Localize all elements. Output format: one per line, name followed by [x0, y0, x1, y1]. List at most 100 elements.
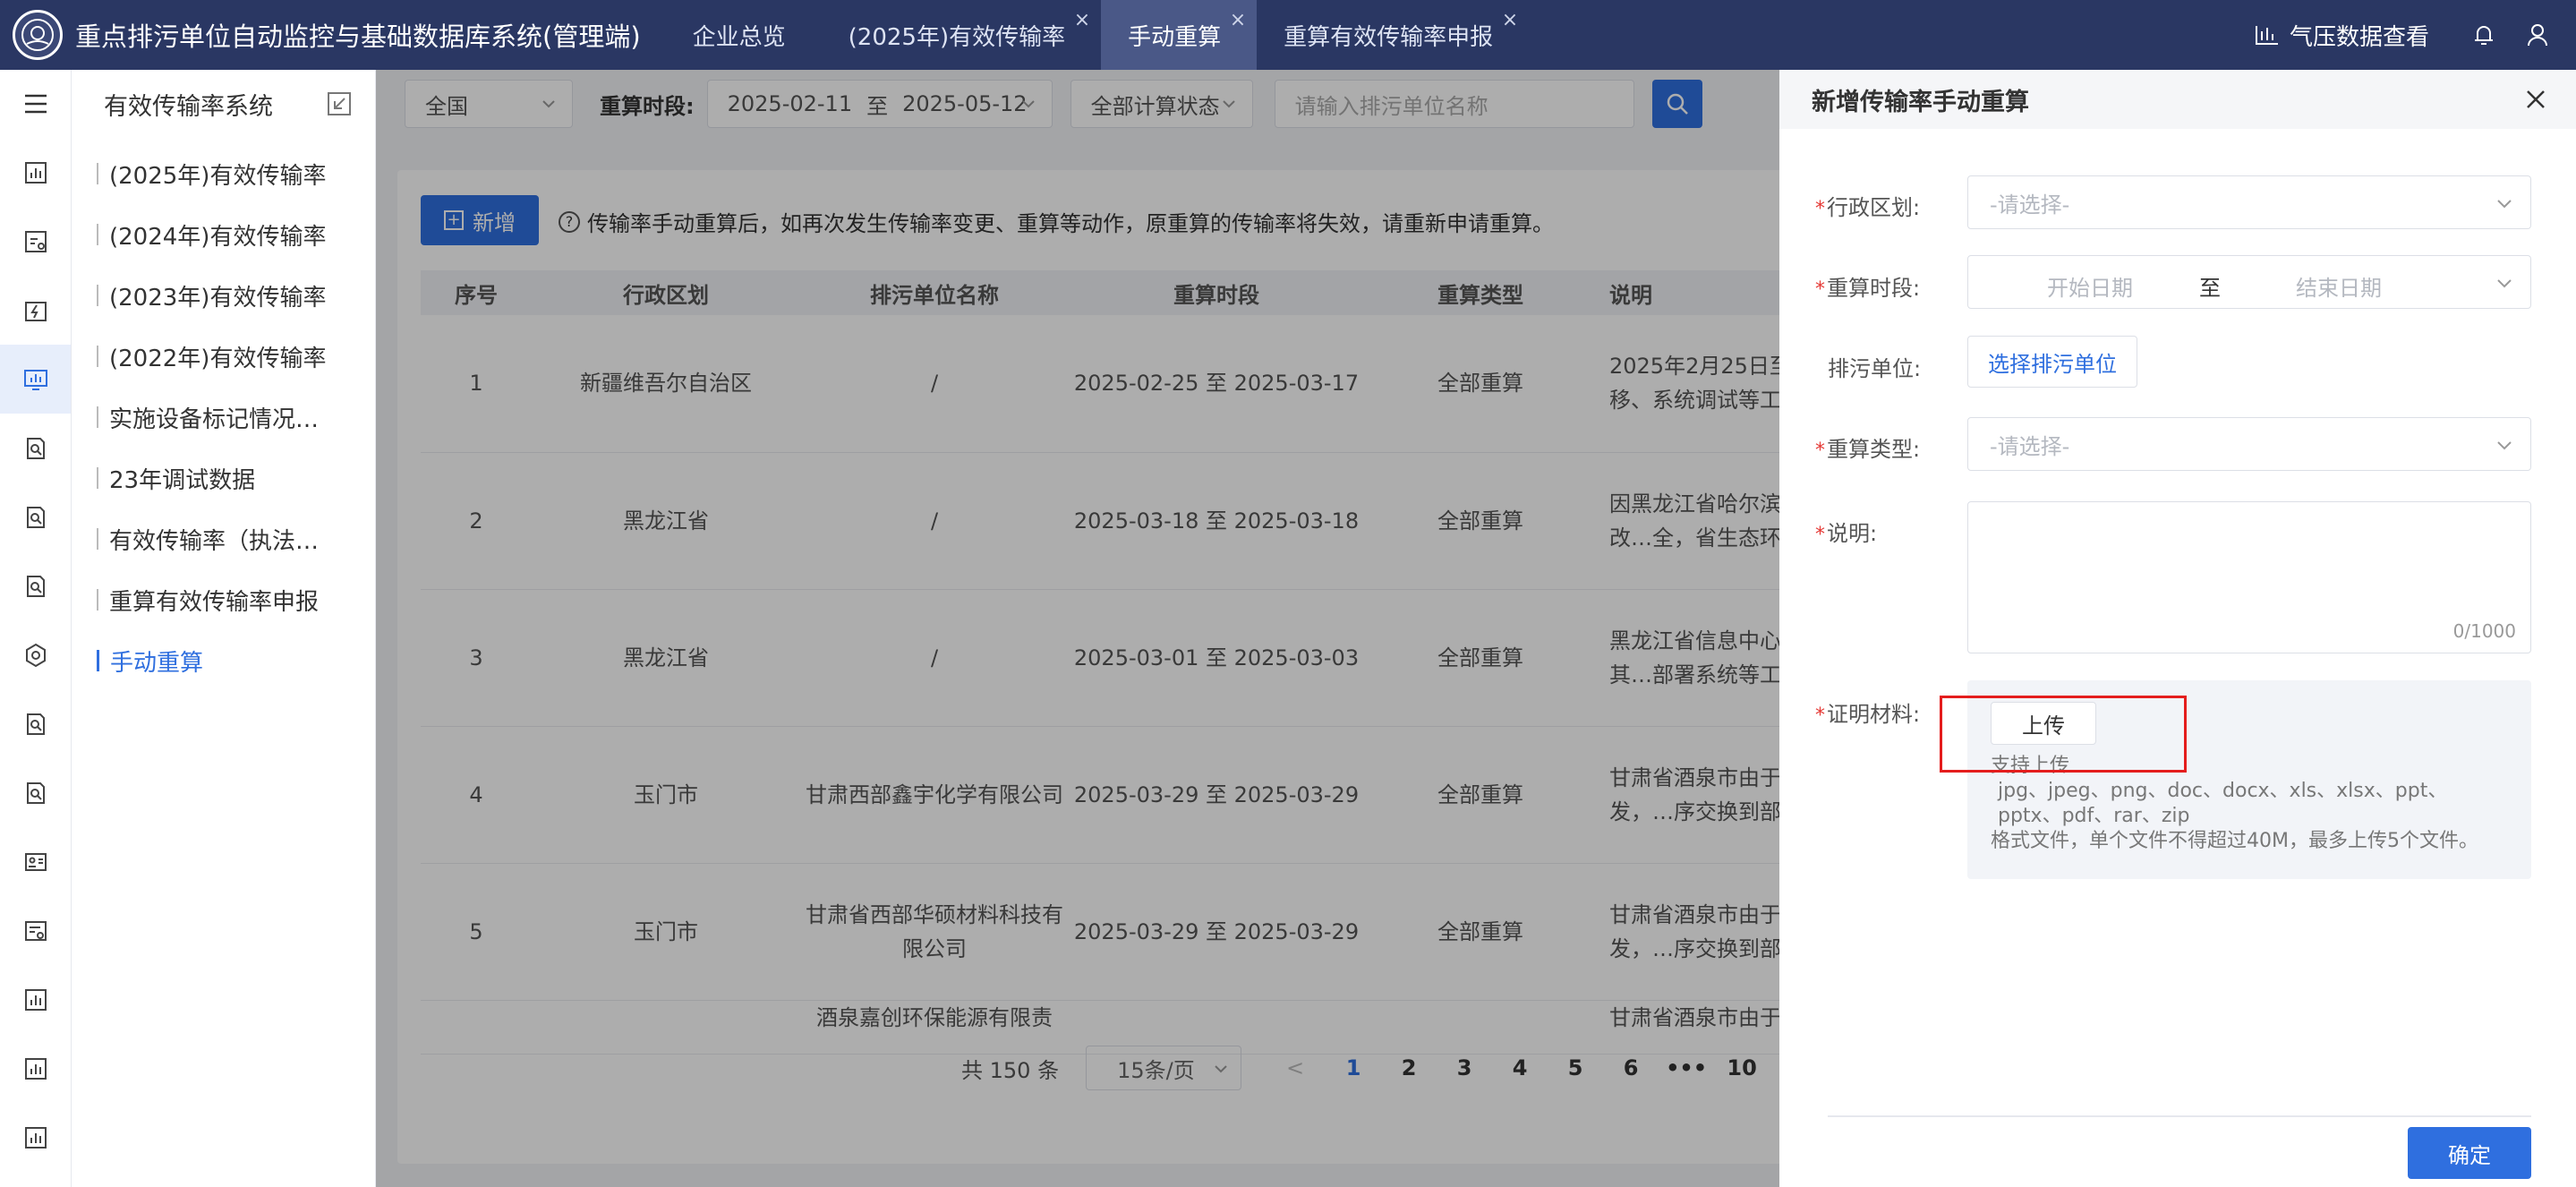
rail-item[interactable] [0, 620, 71, 689]
tab-label: (2025年)有效传输率 [848, 23, 1066, 51]
menu-icon[interactable] [0, 70, 71, 138]
collapse-icon[interactable] [327, 91, 352, 116]
sidebar-item-23-debug-data[interactable]: 23年调试数据 [72, 448, 375, 508]
sidebar-item-label: (2024年)有效传输率 [109, 223, 327, 251]
sidebar-item-label: (2025年)有效传输率 [109, 162, 327, 190]
period-field-label: *重算时段: [1815, 276, 1921, 301]
close-icon[interactable]: × [1502, 9, 1518, 31]
region-placeholder: -请选择- [1990, 192, 2070, 218]
chart-icon [24, 1057, 47, 1080]
chart-icon [24, 161, 47, 184]
sidebar-item-2024-rate[interactable]: (2024年)有效传输率 [72, 204, 375, 265]
char-count: 0/1000 [2452, 620, 2516, 642]
desc-textarea[interactable]: 0/1000 [1967, 501, 2531, 653]
rail-item[interactable] [0, 1034, 71, 1103]
rail-item[interactable] [0, 896, 71, 965]
settings-doc-icon [24, 920, 47, 941]
id-card-icon [24, 852, 47, 871]
chevron-down-icon [2497, 200, 2512, 209]
confirm-button[interactable]: 确定 [2408, 1127, 2531, 1179]
close-icon[interactable] [2522, 86, 2549, 113]
type-field[interactable]: -请选择- [1967, 417, 2531, 471]
tab-recalc-declare[interactable]: 重算有效传输率申报 × [1257, 0, 1529, 70]
bell-icon[interactable] [2469, 20, 2499, 50]
pressure-chart-icon [2255, 26, 2278, 45]
rail-item[interactable] [0, 345, 71, 414]
sidebar-item-2025-rate[interactable]: (2025年)有效传输率 [72, 143, 375, 204]
sidebar-item-label: 重算有效传输率申报 [109, 588, 320, 616]
unit-field-label: 排污单位: [1828, 356, 1922, 381]
search-doc-icon [26, 713, 45, 735]
rail-item[interactable] [0, 482, 71, 551]
close-icon[interactable]: × [1230, 9, 1246, 31]
sidebar-title: 有效传输率系统 [104, 92, 273, 121]
rail-item[interactable] [0, 276, 71, 345]
rail-item[interactable] [0, 758, 71, 827]
tab-label: 企业总览 [692, 23, 786, 51]
search-doc-icon [26, 575, 45, 597]
highlight-box [1940, 696, 2187, 773]
sidebar-item-device-marking[interactable]: 实施设备标记情况… [72, 387, 375, 448]
top-right-tools: 气压数据查看 [2254, 0, 2576, 70]
tab-bar: 企业总览 (2025年)有效传输率 × 手动重算 × 重算有效传输率申报 × [666, 0, 1530, 70]
sidebar-item-2023-rate[interactable]: (2023年)有效传输率 [72, 265, 375, 326]
chart-icon [24, 988, 47, 1011]
rail-item[interactable] [0, 551, 71, 620]
new-recalc-drawer: 新增传输率手动重算 *行政区划: -请选择- *重算时段: 开始日期 至 结束日… [1779, 70, 2576, 1187]
region-field-label: *行政区划: [1815, 195, 1921, 220]
tab-label: 重算有效传输率申报 [1284, 23, 1494, 51]
logo [13, 10, 63, 60]
tab-overview[interactable]: 企业总览 [666, 0, 822, 70]
chevron-down-icon [2497, 279, 2512, 288]
sidebar-item-label: 23年调试数据 [109, 466, 256, 494]
tab-2025-rate[interactable]: (2025年)有效传输率 × [822, 0, 1101, 70]
rail-item[interactable] [0, 827, 71, 896]
select-unit-button[interactable]: 选择排污单位 [1967, 336, 2137, 388]
chevron-down-icon [2497, 441, 2512, 450]
desc-field-label: *说明: [1815, 521, 1878, 546]
tab-label: 手动重算 [1128, 23, 1222, 51]
app-title: 重点排污单位自动监控与基础数据库系统(管理端) [75, 21, 641, 52]
type-field-label: *重算类型: [1815, 437, 1921, 462]
search-doc-icon [26, 437, 45, 459]
end-date-placeholder: 结束日期 [2296, 276, 2382, 301]
rail-item[interactable] [0, 207, 71, 276]
monitor-chart-icon [23, 369, 47, 390]
user-icon[interactable] [2522, 20, 2553, 50]
rail-item[interactable] [0, 965, 71, 1034]
start-date-placeholder: 开始日期 [2047, 276, 2133, 301]
range-separator: 至 [2199, 276, 2221, 301]
sidebar-item-label: 有效传输率（执法… [109, 527, 320, 555]
sidebar-item-2022-rate[interactable]: (2022年)有效传输率 [72, 326, 375, 387]
rail-item[interactable] [0, 414, 71, 482]
pressure-label: 气压数据查看 [2289, 23, 2429, 51]
sidebar-item-enforcement-rate[interactable]: 有效传输率（执法… [72, 508, 375, 569]
rail-items [0, 138, 71, 1172]
sidebar-item-label: 实施设备标记情况… [109, 406, 320, 433]
search-doc-icon [26, 506, 45, 528]
chart-icon [24, 1126, 47, 1149]
upload-note-types: jpg、jpeg、png、doc、docx、xls、xlsx、ppt、pptx、… [1998, 780, 2448, 827]
sidebar-item-manual-recalc[interactable]: 手动重算 [72, 630, 375, 691]
type-placeholder: -请选择- [1990, 433, 2070, 459]
settings-chart-icon [24, 230, 47, 252]
drawer-title: 新增传输率手动重算 [1812, 88, 2029, 116]
search-doc-icon [26, 781, 45, 804]
region-field[interactable]: -请选择- [1967, 175, 2531, 229]
sidebar-item-recalc-declare[interactable]: 重算有效传输率申报 [72, 569, 375, 630]
rail-item[interactable] [0, 689, 71, 758]
pressure-data-link[interactable]: 气压数据查看 [2254, 19, 2429, 52]
sidebar-item-label: (2023年)有效传输率 [109, 284, 327, 312]
bolt-doc-icon [24, 301, 47, 321]
drawer-footer-divider [1828, 1115, 2531, 1117]
sidebar-item-label: (2022年)有效传输率 [109, 345, 327, 372]
icon-rail [0, 70, 72, 1187]
close-icon[interactable]: × [1074, 9, 1090, 31]
rail-item[interactable] [0, 1103, 71, 1172]
rail-item[interactable] [0, 138, 71, 207]
tab-manual-recalc[interactable]: 手动重算 × [1101, 0, 1258, 70]
top-bar: 重点排污单位自动监控与基础数据库系统(管理端) 企业总览 (2025年)有效传输… [0, 0, 2576, 70]
period-range-field[interactable]: 开始日期 至 结束日期 [1967, 255, 2531, 309]
sidebar: 有效传输率系统 (2025年)有效传输率 (2024年)有效传输率 (2023年… [72, 70, 376, 1187]
drawer-header: 新增传输率手动重算 [1779, 70, 2576, 129]
